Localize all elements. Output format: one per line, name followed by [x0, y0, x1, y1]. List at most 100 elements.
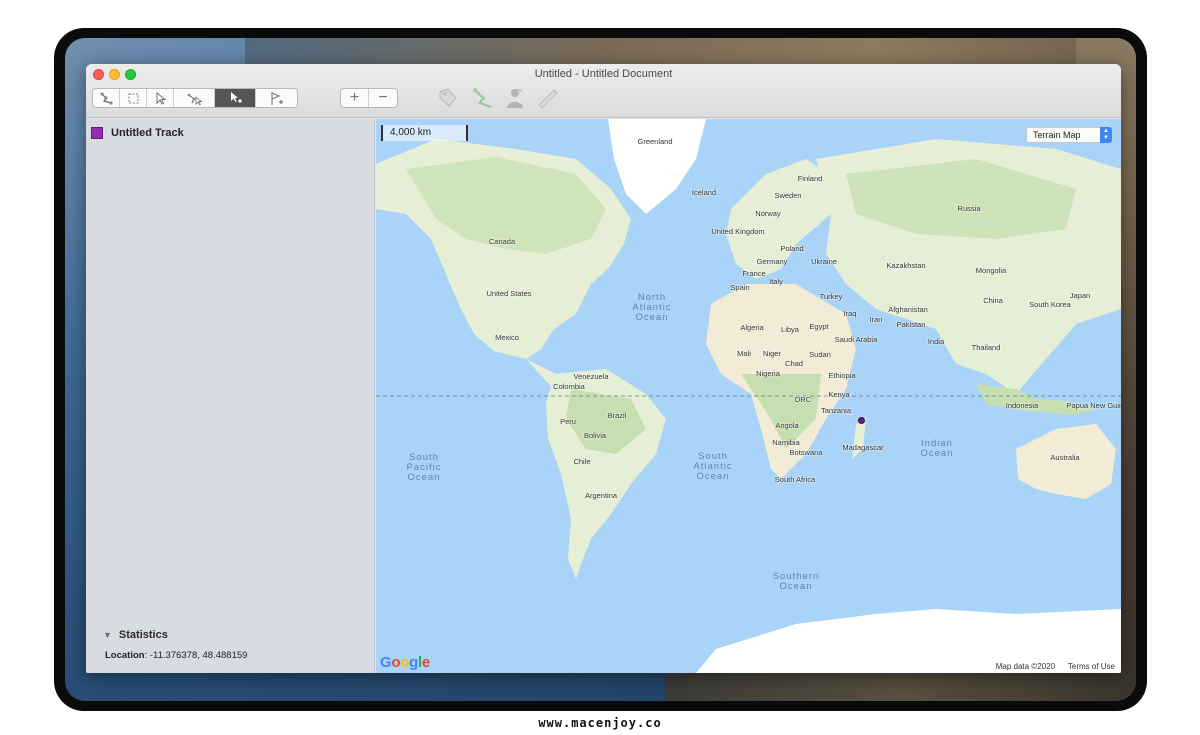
- location-label: Location: [105, 650, 145, 661]
- country-label: Saudi Arabia: [834, 335, 878, 344]
- map-view[interactable]: 4,000 km Terrain Map ▲ ▼ Greenland Icelan…: [376, 119, 1121, 673]
- country-label: France: [742, 269, 766, 278]
- ocean-label: Indian Ocean: [920, 438, 954, 459]
- country-label: Peru: [560, 417, 576, 426]
- country-label: Nigeria: [756, 369, 780, 378]
- route-tool-icon: [99, 91, 113, 105]
- country-label: Kazakhstan: [886, 261, 926, 270]
- country-label: Algeria: [740, 323, 764, 332]
- ocean-label: South Atlantic Ocean: [693, 451, 733, 482]
- country-label: Germany: [756, 257, 788, 266]
- titlebar: Untitled - Untitled Document + −: [86, 64, 1121, 118]
- country-label: Colombia: [553, 382, 585, 391]
- country-label: Russia: [957, 204, 981, 213]
- select-area-button[interactable]: [120, 89, 147, 107]
- terms-of-use-link[interactable]: Terms of Use: [1065, 662, 1117, 671]
- country-label: Niger: [763, 349, 781, 358]
- map-type-select[interactable]: Terrain Map ▲ ▼: [1026, 127, 1112, 143]
- ocean-label: Southern Ocean: [772, 571, 820, 592]
- multi-select-button[interactable]: [174, 89, 215, 107]
- country-label: Ethiopia: [828, 371, 856, 380]
- flag-add-button[interactable]: [256, 89, 297, 107]
- country-label: Madagascar: [842, 443, 884, 452]
- country-label: Bolivia: [583, 431, 607, 440]
- country-label: Tanzania: [820, 406, 852, 415]
- country-label: Iraq: [843, 309, 857, 318]
- statistics-title: Statistics: [118, 629, 168, 641]
- map-data-attribution: Map data ©2020: [993, 662, 1057, 671]
- sidebar: Untitled Track ▼ Statistics Location: -1…: [86, 119, 375, 673]
- country-label: Afghanistan: [888, 305, 928, 314]
- zoom-segmented-control: + −: [340, 88, 398, 108]
- ocean-label: South Pacific Ocean: [406, 452, 442, 483]
- track-item[interactable]: Untitled Track: [91, 125, 184, 141]
- add-point-button[interactable]: [215, 89, 256, 107]
- country-label: Mongolia: [975, 266, 1007, 275]
- country-label: United States: [486, 289, 532, 298]
- country-label: United Kingdom: [711, 227, 765, 236]
- route-edit-icon[interactable]: [471, 86, 495, 110]
- location-stat: Location: -11.376378, 48.488159: [105, 650, 247, 661]
- app-window: Untitled - Untitled Document + − Untitle…: [86, 64, 1121, 673]
- country-label: Norway: [755, 209, 781, 218]
- select-area-icon: [128, 93, 138, 103]
- statistics-toggle[interactable]: ▼ Statistics: [103, 629, 168, 641]
- google-logo: Google: [380, 654, 430, 671]
- map-type-value: Terrain Map: [1033, 130, 1081, 140]
- tag-icon[interactable]: [436, 86, 460, 110]
- zoom-out-button[interactable]: −: [369, 89, 397, 107]
- country-label: Japan: [1069, 291, 1091, 300]
- country-label: Ukraine: [811, 257, 837, 266]
- country-label: Greenland: [637, 137, 673, 146]
- country-label: Venezuela: [573, 372, 609, 381]
- track-color-swatch: [91, 127, 103, 139]
- disclosure-triangle-icon: ▼: [103, 630, 112, 640]
- wallpaper-cliffs-bottom: [665, 671, 1136, 701]
- flag-add-icon: [271, 91, 283, 105]
- world-map-shapes: [376, 119, 1121, 673]
- tool-segmented-control: [92, 88, 298, 108]
- country-label: Brazil: [607, 411, 627, 420]
- add-point-icon: [230, 91, 242, 103]
- country-label: Mali: [737, 349, 751, 358]
- location-value: : -11.376378, 48.488159: [144, 650, 248, 661]
- country-label: Mexico: [495, 333, 519, 342]
- country-label: China: [983, 296, 1003, 305]
- country-label: Sudan: [809, 350, 831, 359]
- ocean-label: North Atlantic Ocean: [632, 292, 672, 323]
- country-label: Australia: [1050, 453, 1080, 462]
- country-label: South Korea: [1029, 300, 1071, 309]
- track-name: Untitled Track: [111, 127, 184, 139]
- country-label: Libya: [781, 325, 799, 334]
- country-label: Finland: [797, 174, 823, 183]
- updown-arrows-icon: ▲ ▼: [1100, 127, 1112, 143]
- route-tool-button[interactable]: [93, 89, 120, 107]
- watermark: www.macenjoy.co: [538, 716, 662, 730]
- country-label: Poland: [780, 244, 804, 253]
- country-label: Iran: [869, 315, 883, 324]
- zoom-in-button[interactable]: +: [341, 89, 369, 107]
- pointer-button[interactable]: [147, 89, 174, 107]
- country-label: Indonesia: [1005, 401, 1039, 410]
- country-label: Thailand: [971, 343, 1001, 352]
- country-label: Iceland: [691, 188, 717, 197]
- country-label: Sweden: [774, 191, 802, 200]
- country-label: South Africa: [774, 475, 816, 484]
- country-label: Namibia: [772, 438, 800, 447]
- window-title: Untitled - Untitled Document: [534, 68, 673, 80]
- track-point-marker[interactable]: [858, 417, 865, 424]
- country-label: Kenya: [828, 390, 850, 399]
- country-label: Botswana: [789, 448, 823, 457]
- country-label: Chile: [573, 457, 591, 466]
- ruler-icon[interactable]: [536, 86, 560, 110]
- country-label: Italy: [769, 277, 783, 286]
- country-label: DRC: [794, 395, 812, 404]
- pointer-icon: [156, 91, 166, 105]
- country-label: India: [927, 337, 945, 346]
- country-label: Chad: [785, 359, 803, 368]
- person-icon[interactable]: [503, 86, 527, 110]
- scale-bar: 4,000 km: [381, 125, 468, 141]
- country-label: Papua New Guinea: [1066, 401, 1121, 410]
- country-label: Canada: [488, 237, 516, 246]
- country-label: Spain: [730, 283, 750, 292]
